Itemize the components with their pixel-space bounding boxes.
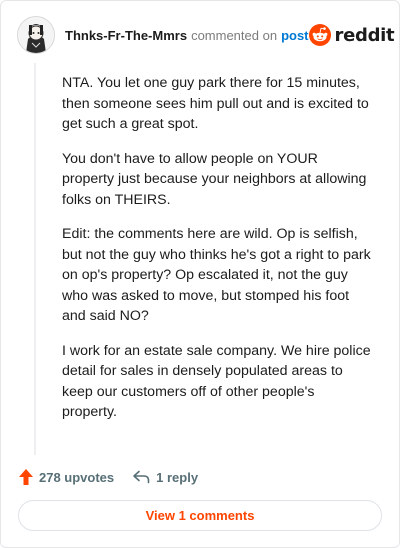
thread-line[interactable] <box>34 63 36 455</box>
comment-header: Thnks-Fr-The-Mmrs commented on post reddit <box>17 15 395 55</box>
comment-actions: 278 upvotes 1 reply <box>19 465 198 489</box>
username-link[interactable]: Thnks-Fr-The-Mmrs <box>65 28 187 43</box>
upvote-button[interactable]: 278 upvotes <box>19 469 114 485</box>
comment-body: NTA. You let one guy park there for 15 m… <box>62 73 372 437</box>
reddit-snoo-icon <box>308 24 331 46</box>
comment-paragraph: You don't have to allow people on YOUR p… <box>62 150 367 208</box>
comment-meta: Thnks-Fr-The-Mmrs commented on post <box>65 28 309 43</box>
reply-count: 1 reply <box>156 469 199 485</box>
upvote-count: 278 upvotes <box>39 469 115 485</box>
comment-paragraph: NTA. You let one guy park there for 15 m… <box>62 75 369 132</box>
post-link[interactable]: post <box>281 28 308 43</box>
comment-paragraph: I work for an estate sale company. We hi… <box>62 342 371 421</box>
view-comments-button[interactable]: View 1 comments <box>18 500 382 531</box>
comment-paragraph: Edit: the comments here are wild. Op is … <box>62 226 371 324</box>
reply-button[interactable]: 1 reply <box>132 470 198 485</box>
reply-arrow-icon <box>133 470 150 484</box>
reddit-wordmark: reddit <box>334 24 395 46</box>
reddit-logo[interactable]: reddit <box>308 24 395 46</box>
user-avatar[interactable] <box>17 16 55 54</box>
embedded-comment-card: Thnks-Fr-The-Mmrs commented on post reddit… <box>0 0 400 548</box>
upvote-arrow-icon <box>19 469 33 485</box>
commented-on-text: commented on <box>191 27 278 43</box>
avatar-icon <box>18 17 54 53</box>
